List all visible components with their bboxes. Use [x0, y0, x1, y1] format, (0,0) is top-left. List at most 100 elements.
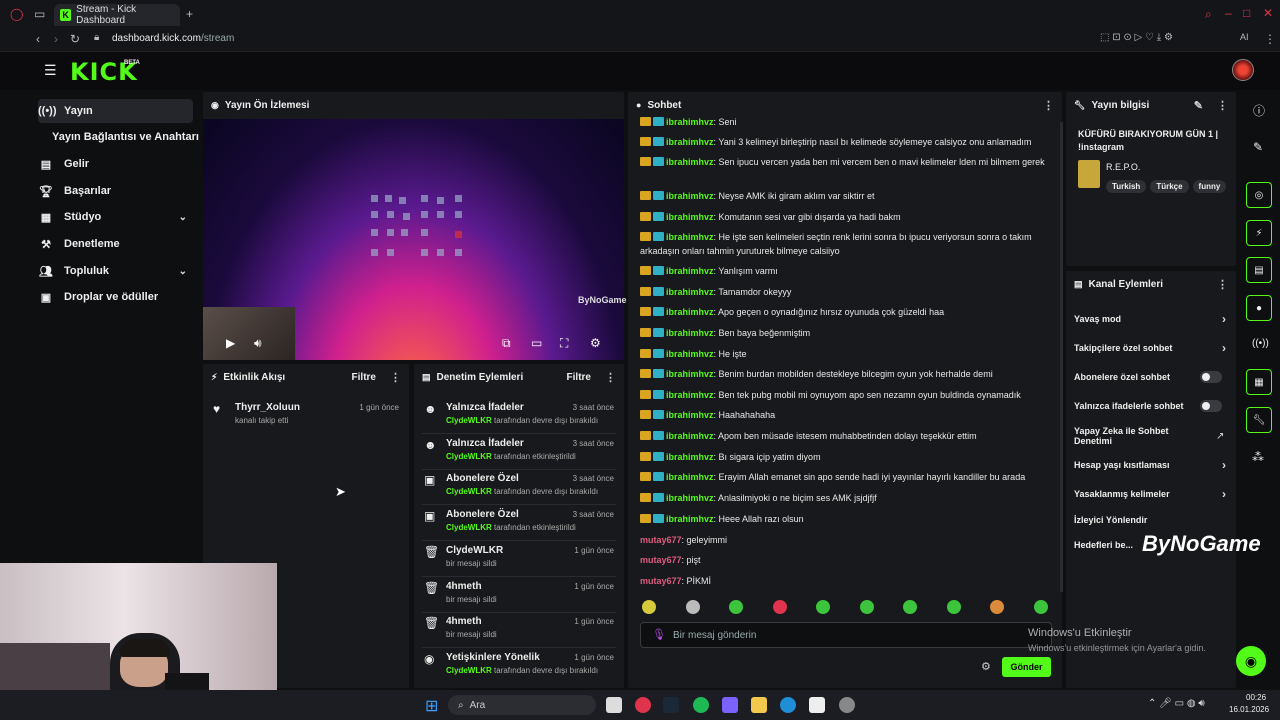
new-tab-icon[interactable]: + — [186, 7, 193, 21]
chat-username[interactable]: ibrahimhvz — [666, 137, 714, 147]
host-row[interactable]: İzleyici Yönlendir — [1074, 515, 1228, 525]
chat-message[interactable]: ibrahimhvz: He işte sen kelimeleri seçti… — [640, 230, 1052, 258]
moderation-item[interactable]: 🗑︎ 4hmeth bir mesajı sildi 1 gün önce — [422, 579, 616, 613]
chat-username[interactable]: ibrahimhvz — [666, 369, 714, 379]
chat-username[interactable]: ibrahimhvz — [666, 410, 714, 420]
send-button[interactable]: Gönder — [1002, 657, 1051, 677]
chat-username[interactable]: ibrahimhvz — [666, 287, 714, 297]
emote-icon[interactable] — [946, 600, 961, 614]
activity-item[interactable]: ♥ Thyrr_Xoluun kanalı takip etti 1 gün ö… — [211, 400, 401, 434]
chat-message[interactable]: ibrahimhvz: Heee Allah razı olsun — [640, 512, 1052, 526]
ai-icon[interactable]: AI — [1240, 32, 1249, 42]
sidebar-item-denetleme[interactable]: ⚒ Denetleme — [38, 232, 193, 256]
tab-menu-icon[interactable]: ▭ — [34, 7, 45, 21]
chat-message[interactable]: ibrahimhvz: Erayim Allah emanet sin apo … — [640, 470, 1052, 484]
emotes-only-toggle[interactable] — [1200, 400, 1222, 412]
opera-taskbar-icon[interactable] — [635, 697, 651, 713]
rail-chat-button[interactable]: ● — [1246, 295, 1272, 321]
pip-icon[interactable]: ⧉ — [502, 336, 511, 351]
fullscreen-icon[interactable]: ⛶ — [560, 336, 568, 351]
chat-input[interactable]: Bir mesaj gönderin — [640, 622, 1052, 648]
sidebar-item-gelir[interactable]: ▤ Gelir — [38, 152, 193, 176]
chat-username[interactable]: ibrahimhvz — [666, 390, 714, 400]
chat-username[interactable]: ibrahimhvz — [666, 328, 714, 338]
chat-message[interactable]: ibrahimhvz: Sen ipucu vercen yada ben mi… — [640, 155, 1052, 169]
maximize-icon[interactable]: □ — [1243, 6, 1250, 20]
taskbar-search[interactable]: ⌕ Ara — [448, 695, 596, 715]
taskview-icon[interactable] — [606, 697, 622, 713]
category-name[interactable]: R.E.P.O. — [1106, 162, 1140, 172]
activity-filter-button[interactable]: Filtre — [352, 372, 376, 383]
emote-icon[interactable] — [816, 600, 830, 614]
pencil-icon[interactable]: ✎ — [1253, 140, 1263, 154]
chat-username[interactable]: ibrahimhvz — [666, 349, 714, 359]
banned-words-row[interactable]: Yasaklanmış kelimeler › — [1074, 487, 1228, 501]
rail-moderation-button[interactable]: ▦ — [1246, 369, 1272, 395]
rail-lightning-button[interactable]: ⚡︎ — [1246, 220, 1272, 246]
play-icon[interactable]: ▶ — [226, 336, 235, 350]
store-icon[interactable] — [809, 697, 825, 713]
chat-message[interactable]: mutay677: PİKMİ — [640, 574, 1052, 588]
volume-icon[interactable]: 🔊︎ — [254, 336, 262, 351]
account-age-row[interactable]: Hesap yaşı kısıtlaması › — [1074, 458, 1228, 472]
chat-message[interactable]: ibrahimhvz: Apom ben müsade istesem muha… — [640, 429, 1052, 443]
emote-icon[interactable] — [1033, 600, 1048, 614]
external-link-icon[interactable]: ↗ — [1216, 431, 1224, 442]
browser-tab[interactable]: K Stream - Kick Dashboard — [54, 4, 180, 26]
chat-username[interactable]: ibrahimhvz — [666, 493, 714, 503]
sidebar-item-droplar[interactable]: ▣ Droplar ve ödüller — [38, 285, 193, 309]
chat-message[interactable]: ibrahimhvz: Komutanın sesi var gibi dışa… — [640, 210, 1052, 224]
tray-icons[interactable]: ⌃ 🎤︎ ▭ ◍ 🔊︎ — [1148, 698, 1205, 709]
close-icon[interactable]: ✕ — [1263, 6, 1273, 20]
sidebar-item-basarilar[interactable]: 🏆︎ Başarılar — [38, 179, 193, 203]
sidebar-item-studyo[interactable]: ▦ Stüdyo ⌄ — [38, 205, 193, 229]
reload-icon[interactable]: ↻ — [70, 32, 80, 46]
chat-message[interactable]: ibrahimhvz: Benim burdan mobilden destek… — [640, 367, 1052, 381]
extensions-icon[interactable]: ⬚ ⊡ ⊙ ▷ ♡ ⤓ ⚙ — [1100, 32, 1173, 43]
stream-info-menu-icon[interactable]: ⋮ — [1217, 99, 1228, 112]
back-icon[interactable]: ‹ — [36, 32, 40, 46]
moderation-item[interactable]: 🗑︎ ClydeWLKR bir mesajı sildi 1 gün önce — [422, 543, 616, 577]
user-avatar[interactable] — [1232, 59, 1254, 81]
edge-icon[interactable] — [780, 697, 796, 713]
chat-message[interactable]: ibrahimhvz: Tamamdor okeyyy — [640, 285, 1052, 299]
moderation-menu-icon[interactable]: ⋮ — [605, 371, 616, 384]
chat-message[interactable]: ibrahimhvz: Anlasilmiyoki o ne biçim ses… — [640, 491, 1052, 505]
rail-list-button[interactable]: ▤ — [1246, 257, 1272, 283]
chat-message[interactable]: ibrahimhvz: Apo geçen o oynadığınız hırs… — [640, 305, 1052, 319]
chat-username[interactable]: ibrahimhvz — [666, 431, 714, 441]
forward-icon[interactable]: › — [54, 32, 58, 46]
ai-moderation-row[interactable]: Yapay Zeka ile Sohbet Denetimi — [1074, 426, 1194, 446]
emote-icon[interactable] — [859, 600, 874, 614]
steam-icon[interactable] — [663, 697, 679, 713]
sidebar-item-stream-key[interactable]: Yayın Bağlantısı ve Anahtarı — [52, 125, 200, 149]
emote-icon[interactable] — [903, 600, 917, 614]
followers-only-row[interactable]: Takipçilere özel sohbet › — [1074, 341, 1228, 355]
subscribers-only-toggle[interactable] — [1200, 371, 1222, 383]
chat-username[interactable]: ibrahimhvz — [666, 191, 714, 201]
channel-actions-menu-icon[interactable]: ⋮ — [1217, 278, 1228, 291]
browser-menu-icon[interactable]: ⋮ — [1264, 32, 1276, 46]
moderation-filter-button[interactable]: Filtre — [567, 372, 591, 383]
chat-username[interactable]: ibrahimhvz — [666, 514, 714, 524]
tag[interactable]: Türkçe — [1150, 180, 1189, 193]
emote-icon[interactable] — [729, 600, 743, 614]
rail-wrench-button[interactable]: 🔧︎ — [1246, 407, 1272, 433]
chat-message[interactable]: ibrahimhvz: Seni — [640, 115, 1052, 129]
chat-username[interactable]: ibrahimhvz — [666, 232, 714, 242]
chat-message[interactable]: ibrahimhvz: He işte — [640, 347, 1052, 361]
sidebar-item-topluluk[interactable]: 👥︎ Topluluk ⌄ — [38, 259, 193, 283]
moderation-item[interactable]: ☻ Yalnızca İfadeler ClydeWLKR tarafından e… — [422, 436, 616, 470]
chat-settings-icon[interactable]: ⚙ — [981, 660, 991, 673]
chat-message[interactable]: ibrahimhvz: Yani 3 kelimeyi birleştirip … — [640, 135, 1052, 149]
chat-username[interactable]: mutay677 — [640, 535, 682, 545]
chat-username[interactable]: ibrahimhvz — [666, 212, 714, 222]
office-icon[interactable] — [722, 697, 738, 713]
emote-icon[interactable] — [685, 600, 700, 614]
community-rail-icon[interactable]: ⁂ — [1252, 450, 1264, 464]
hamburger-menu-icon[interactable]: ☰ — [44, 62, 57, 79]
broadcast-rail-icon[interactable]: ((•)) — [1252, 338, 1269, 349]
chat-message[interactable]: ibrahimhvz: Yanlışım varmı — [640, 264, 1052, 278]
emote-icon[interactable] — [772, 600, 787, 614]
chat-username[interactable]: mutay677 — [640, 555, 682, 565]
